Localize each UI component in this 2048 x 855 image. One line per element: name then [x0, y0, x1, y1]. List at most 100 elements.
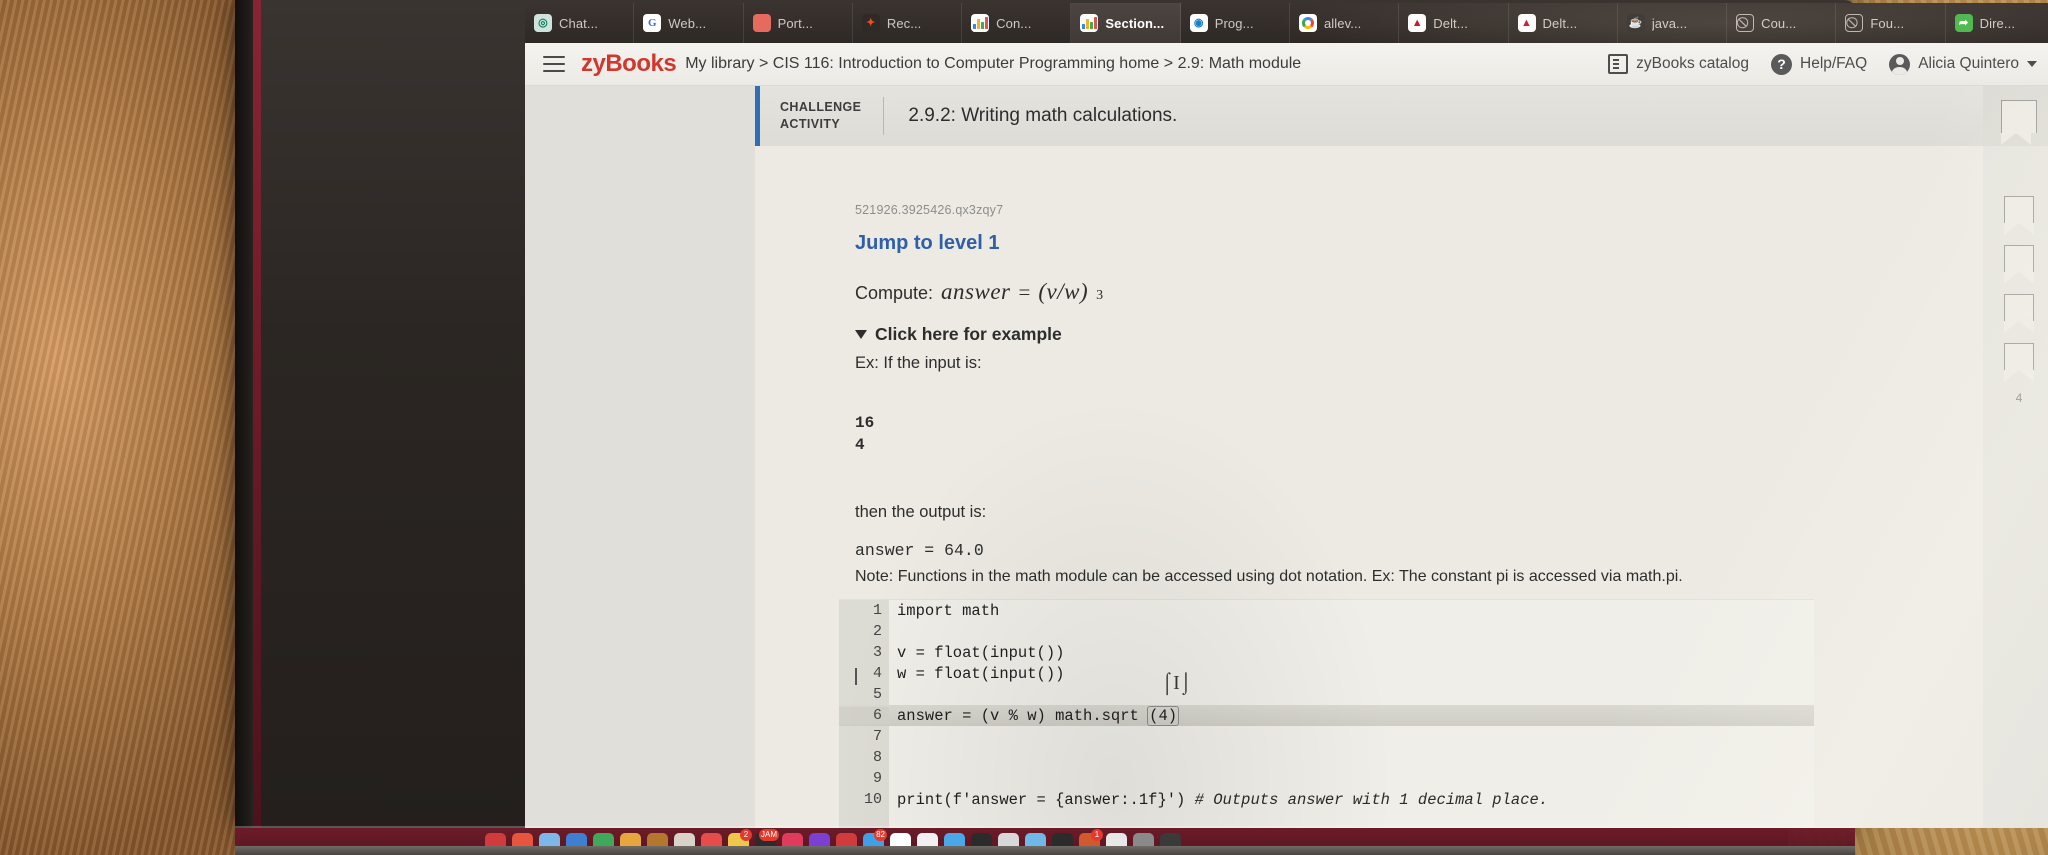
pennant-icon: [2001, 100, 2037, 145]
text-insertion-caret: [855, 668, 857, 685]
code-line-5[interactable]: 5: [839, 684, 1814, 705]
zybooks-logo[interactable]: zyBooks: [581, 50, 677, 78]
dock-badge: 1: [1091, 829, 1103, 841]
line10-comment: # Outputs answer with 1 decimal place.: [1194, 790, 1549, 809]
example-disclosure-toggle[interactable]: Click here for example: [855, 324, 1062, 345]
line-number: 2: [839, 623, 889, 640]
line-code[interactable]: v = float(input()): [889, 644, 1064, 662]
user-menu[interactable]: Alicia Quintero: [1889, 53, 2037, 75]
formula-equals: =: [1018, 280, 1031, 304]
blocked-icon: ⃠: [1845, 14, 1864, 32]
code-line-2[interactable]: 2: [839, 621, 1814, 642]
line-number: 3: [839, 644, 889, 661]
code-line-10[interactable]: 10 print(f'answer = {answer:.1f}') # Outp…: [839, 789, 1814, 810]
zybooks-header: zyBooks My library > CIS 116: Introducti…: [525, 43, 2048, 86]
example-toggle-label: Click here for example: [875, 324, 1062, 344]
activity-id: 521926.3925426.qx3zqy7: [855, 203, 1004, 217]
line-code[interactable]: w = float(input()): [889, 665, 1064, 683]
line-number: 7: [839, 728, 889, 745]
delta-icon: ▲: [1517, 14, 1536, 32]
browser-tab-3[interactable]: ✦ Rec...: [853, 3, 963, 43]
chart-icon: [1080, 14, 1099, 32]
zybooks-catalog-button[interactable]: zyBooks catalog: [1608, 54, 1749, 74]
mouse-ibeam-cursor: ⌠I⌡: [1161, 672, 1192, 694]
chatgpt-icon: ◎: [534, 14, 552, 32]
help-label: Help/FAQ: [1800, 55, 1868, 72]
browser-tab-6[interactable]: ◉ Prog...: [1181, 3, 1290, 43]
portal-icon: [752, 14, 771, 32]
browser-tab-label: Dire...: [1979, 15, 2016, 31]
code-line-6[interactable]: 6 answer = (v % w) math.sqrt (4): [839, 705, 1814, 726]
browser-tab-7[interactable]: allev...: [1290, 3, 1400, 43]
browser-tab-5[interactable]: Section...: [1071, 3, 1181, 43]
code-editor[interactable]: 1 import math 2 3 v = float(input()) 4 w = flo…: [839, 599, 1814, 828]
catalog-icon: [1608, 54, 1629, 74]
breadcrumb[interactable]: My library > CIS 116: Introduction to Co…: [685, 55, 1301, 73]
page-scroll-area: CHALLENGE ACTIVITY 2.9.2: Writing math c…: [525, 86, 2048, 828]
browser-tab-10[interactable]: ☕ java...: [1618, 3, 1728, 43]
browser-tab-label: Web...: [668, 15, 707, 31]
browser-tab-9[interactable]: ▲ Delt...: [1509, 3, 1618, 43]
browser-tab-8[interactable]: ▲ Delt...: [1399, 3, 1509, 43]
code-line-3[interactable]: 3v = float(input()): [839, 642, 1814, 663]
browser-tab-12[interactable]: ⃠ Fou...: [1836, 3, 1946, 43]
line10-code-text: print(f'answer = {answer:.1f}'): [897, 790, 1195, 809]
pennant-icon: [2004, 245, 2035, 284]
browser-tab-strip[interactable]: ◎ Chat... G Web... Port... ✦ Rec... Con... Secti…: [525, 3, 2048, 43]
bezel-red-strip: [253, 0, 261, 830]
code-line-9[interactable]: 9: [839, 768, 1814, 789]
help-faq-button[interactable]: ? Help/FAQ: [1771, 53, 1868, 75]
formula-exponent: 3: [1096, 288, 1104, 303]
dock-badge: JAM: [759, 829, 779, 841]
example-input-line-1: 16: [855, 414, 875, 432]
banner-label-line2: ACTIVITY: [780, 117, 841, 131]
browser-tab-label: Port...: [777, 15, 813, 31]
code-line-8[interactable]: 8: [839, 747, 1814, 768]
browser-tab-label: Con...: [996, 15, 1032, 31]
code-line-7[interactable]: 7: [839, 726, 1814, 747]
browser-tab-label: Cou...: [1761, 15, 1797, 31]
compute-formula: Compute: answer = (v/w) 3: [855, 279, 1103, 305]
line-number: 4: [839, 665, 889, 682]
browser-tab-label: allev...: [1323, 15, 1362, 31]
green-arrow-icon: ➦: [1954, 14, 1973, 32]
banner-label-line1: CHALLENGE: [780, 100, 862, 115]
browser-tab-1[interactable]: G Web...: [634, 3, 744, 43]
catalog-label: zyBooks catalog: [1636, 55, 1749, 72]
program-icon: ◉: [1189, 14, 1208, 32]
triangle-down-icon: [855, 330, 867, 339]
line-number: 9: [839, 770, 889, 787]
browser-tab-13[interactable]: ➦ Dire...: [1946, 3, 2048, 43]
browser-tab-label: Section...: [1105, 15, 1165, 31]
editor-code-rows[interactable]: 1 import math 2 3 v = float(input()) 4 w = flo…: [839, 600, 1814, 810]
line-code[interactable]: answer = (v % w) math.sqrt (4): [889, 705, 1180, 726]
challenge-activity-banner: CHALLENGE ACTIVITY 2.9.2: Writing math c…: [755, 86, 2048, 146]
browser-tab-2[interactable]: Port...: [744, 3, 853, 43]
bracket-match-highlight: (4): [1147, 705, 1180, 726]
blocked-icon: ⃠: [1736, 14, 1755, 32]
activity-note: Note: Functions in the math module can b…: [855, 568, 1683, 585]
browser-tab-label: Fou...: [1870, 15, 1905, 31]
hamburger-menu-icon[interactable]: [543, 56, 565, 72]
browser-tab-0[interactable]: ◎ Chat...: [525, 3, 635, 43]
browser-tab-4[interactable]: Con...: [962, 3, 1072, 43]
browser-tab-label: java...: [1651, 15, 1688, 31]
header-actions: zyBooks catalog ? Help/FAQ Alicia Quinte…: [1608, 53, 2037, 75]
formula-lhs: answer: [941, 279, 1011, 304]
line6-code-text: answer = (v % w) math.sqrt: [897, 706, 1149, 725]
user-name: Alicia Quintero: [1918, 55, 2019, 72]
zybooks-app: zyBooks My library > CIS 116: Introducti…: [525, 43, 2048, 828]
browser-tab-11[interactable]: ⃠ Cou...: [1727, 3, 1837, 43]
avatar-icon: [1889, 53, 1911, 75]
code-line-4[interactable]: 4w = float(input()): [839, 663, 1814, 684]
code-line-1[interactable]: 1 import math: [839, 600, 1814, 621]
figma-icon: ✦: [861, 14, 880, 32]
line-number: 5: [839, 686, 889, 703]
example-input-line-2: 4: [855, 436, 865, 454]
line-code[interactable]: import math: [889, 602, 999, 620]
line-code[interactable]: print(f'answer = {answer:.1f}') # Output…: [889, 791, 1548, 809]
compute-prefix: Compute:: [855, 283, 934, 303]
jump-to-level-heading: Jump to level 1: [855, 232, 1000, 254]
content-card: CHALLENGE ACTIVITY 2.9.2: Writing math c…: [525, 86, 2048, 828]
line-number: 6: [839, 707, 889, 724]
